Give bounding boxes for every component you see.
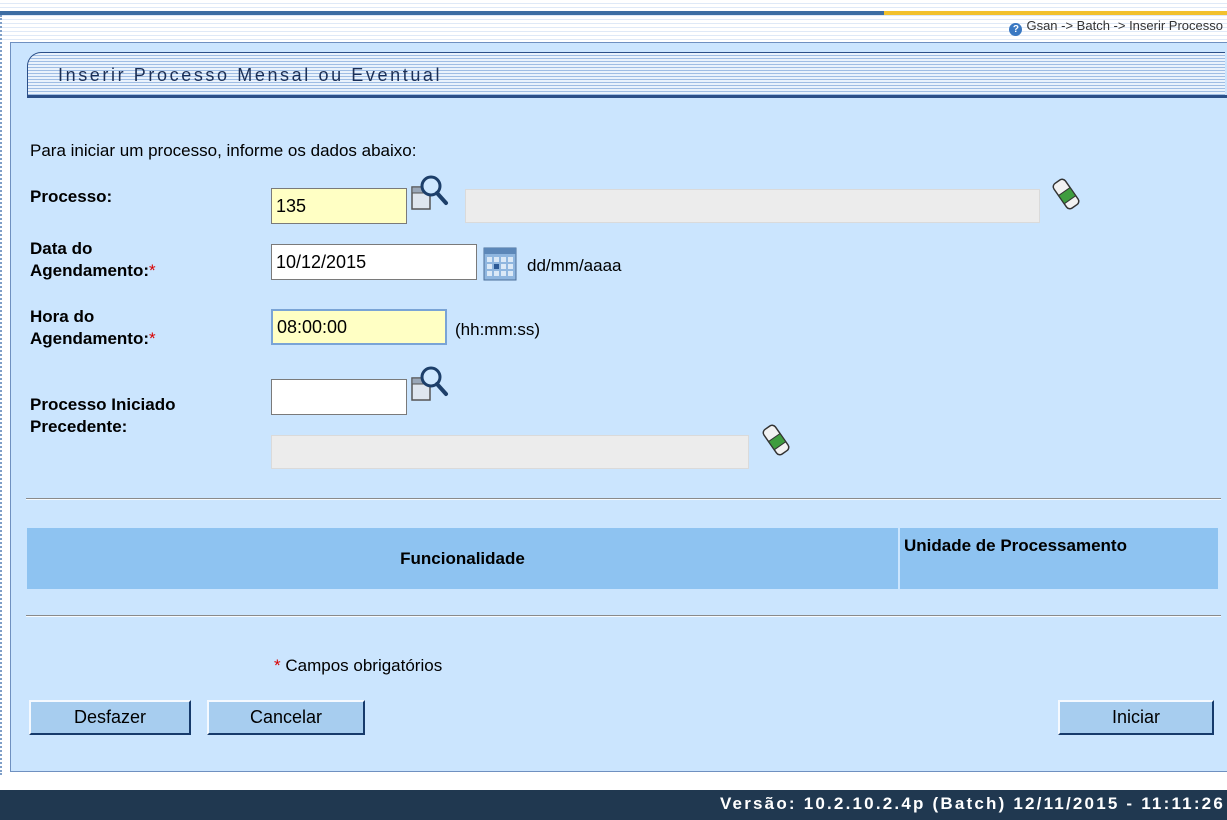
form-panel: Inserir Processo Mensal ou Eventual Para… — [10, 42, 1227, 772]
data-agendamento-label-line2: Agendamento: — [30, 261, 149, 280]
processo-precedente-search-icon[interactable] — [409, 364, 449, 404]
processo-label: Processo: — [30, 187, 113, 206]
title-bar: Inserir Processo Mensal ou Eventual — [27, 52, 1227, 98]
title-bar-underline — [27, 95, 1227, 98]
version-text: Versão: 10.2.10.2.4p (Batch) 12/11/2015 … — [719, 794, 1225, 813]
processo-precedente-label-line1: Processo Iniciado — [30, 395, 176, 414]
time-format-hint: (hh:mm:ss) — [455, 320, 540, 339]
data-agendamento-input[interactable]: 10/12/2015 — [271, 244, 477, 280]
hora-agendamento-input[interactable]: 08:00:00 — [271, 309, 447, 345]
processo-clear-eraser-icon[interactable] — [1051, 177, 1081, 211]
column-header-funcionalidade: Funcionalidade — [27, 528, 898, 589]
processo-input[interactable]: 135 — [271, 188, 407, 224]
required-fields-text: Campos obrigatórios — [280, 656, 443, 675]
page-title: Inserir Processo Mensal ou Eventual — [58, 65, 443, 85]
required-mark: * — [149, 261, 156, 280]
top-strip: ? Gsan -> Batch -> Inserir Processo — [0, 0, 1227, 40]
data-agendamento-label: Data do Agendamento:* — [30, 238, 156, 282]
data-agendamento-label-line1: Data do — [30, 239, 93, 258]
help-icon[interactable]: ? — [1009, 23, 1023, 36]
processo-precedente-description-field — [271, 435, 749, 469]
cancelar-button[interactable]: Cancelar — [207, 700, 365, 735]
hora-agendamento-label: Hora do Agendamento:* — [30, 306, 156, 350]
iniciar-button[interactable]: Iniciar — [1058, 700, 1214, 735]
hora-agendamento-label-line2: Agendamento: — [30, 329, 149, 348]
intro-text: Para iniciar um processo, informe os dad… — [30, 141, 417, 160]
processo-search-icon[interactable] — [409, 173, 449, 213]
breadcrumb: ? Gsan -> Batch -> Inserir Processo — [1009, 17, 1223, 36]
processo-precedente-input[interactable] — [271, 379, 407, 415]
top-accent-line — [0, 11, 884, 15]
date-format-hint: dd/mm/aaaa — [527, 256, 622, 275]
divider — [26, 498, 1221, 500]
top-gold-line — [884, 11, 1227, 15]
left-edge-divider — [0, 15, 2, 775]
breadcrumb-text[interactable]: Gsan -> Batch -> Inserir Processo — [1026, 18, 1223, 33]
divider — [26, 615, 1221, 617]
column-header-unidade-processamento: Unidade de Processamento — [900, 528, 1218, 589]
processo-precedente-label-line2: Precedente: — [30, 417, 128, 436]
footer-bar: Versão: 10.2.10.2.4p (Batch) 12/11/2015 … — [0, 790, 1227, 820]
required-mark: * — [274, 656, 281, 675]
hora-agendamento-label-line1: Hora do — [30, 307, 95, 326]
processo-precedente-label: Processo Iniciado Precedente: — [30, 394, 176, 438]
calendar-icon[interactable] — [483, 247, 517, 281]
required-fields-note: * Campos obrigatórios — [274, 656, 442, 676]
desfazer-button[interactable]: Desfazer — [29, 700, 191, 735]
processo-description-field — [465, 189, 1040, 223]
processo-precedente-clear-eraser-icon[interactable] — [761, 423, 791, 457]
required-mark: * — [149, 329, 156, 348]
